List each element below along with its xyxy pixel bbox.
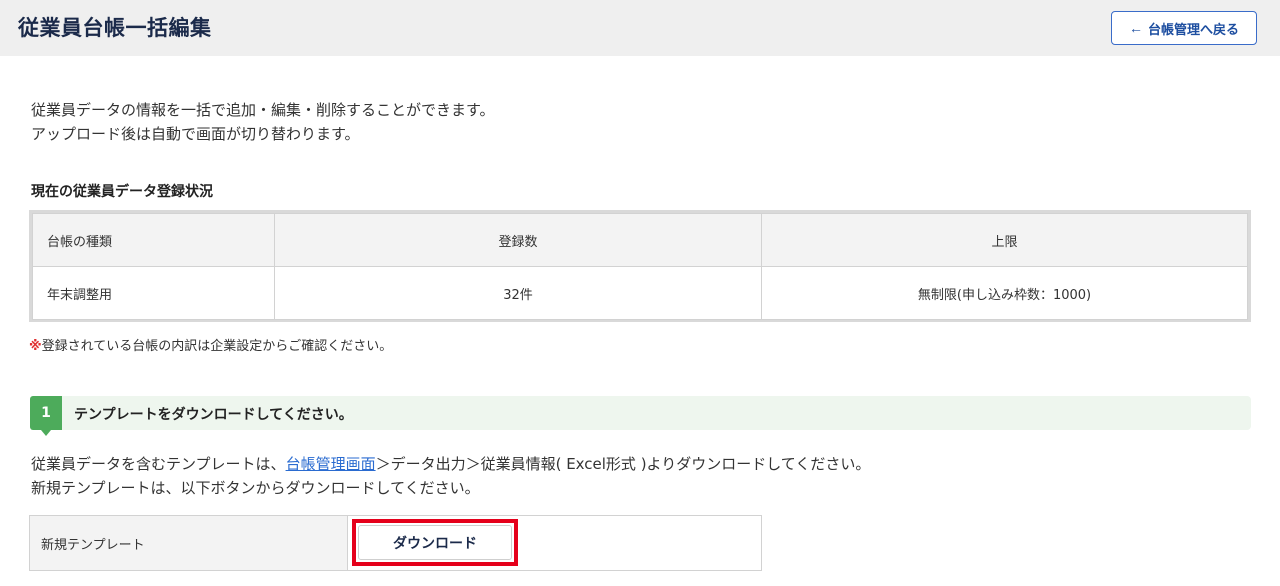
description-line-2: 新規テンプレートは、以下ボタンからダウンロードしてください。 — [31, 479, 480, 497]
description-suffix: ＞データ出力＞従業員情報( Excel形式 )よりダウンロードしてください。 — [375, 455, 871, 473]
intro-line-2: アップロード後は自動で画面が切り替わります。 — [31, 125, 360, 143]
status-table: 台帳の種類 登録数 上限 年末調整用 32件 無制限(申し込み枠数：1000) — [32, 213, 1248, 320]
download-button[interactable]: ダウンロード — [358, 525, 512, 560]
template-action-cell: ダウンロード — [348, 516, 761, 570]
step-1-title: テンプレートをダウンロードしてください。 — [74, 407, 353, 423]
page-title: 従業員台帳一括編集 — [18, 16, 212, 40]
step-1-description: 従業員データを含むテンプレートは、台帳管理画面＞データ出力＞従業員情報( Exc… — [31, 452, 870, 500]
arrow-left-icon: ← — [1128, 20, 1143, 36]
note-mark: ※ — [29, 339, 42, 354]
page-header: 従業員台帳一括編集 ← 台帳管理へ戻る — [0, 0, 1280, 56]
description-line-1: 従業員データを含むテンプレートは、台帳管理画面＞データ出力＞従業員情報( Exc… — [31, 452, 870, 476]
step-1-bar: 1 テンプレートをダウンロードしてください。 — [30, 396, 1251, 436]
template-label: 新規テンプレート — [30, 516, 348, 570]
intro-line-1: 従業員データの情報を一括で追加・編集・削除することができます。 — [31, 101, 495, 119]
step-number-badge: 1 — [30, 396, 62, 436]
note-text: 登録されている台帳の内訳は企業設定からご確認ください。 — [41, 339, 393, 354]
column-header-limit: 上限 — [761, 213, 1248, 267]
cell-registered-count: 32件 — [274, 266, 762, 320]
column-header-type: 台帳の種類 — [32, 213, 275, 267]
ledger-management-link[interactable]: 台帳管理画面 — [286, 455, 376, 473]
status-table-frame: 台帳の種類 登録数 上限 年末調整用 32件 無制限(申し込み枠数：1000) — [29, 210, 1251, 322]
table-header-row: 台帳の種類 登録数 上限 — [32, 213, 1248, 267]
cell-ledger-type: 年末調整用 — [32, 266, 275, 320]
column-header-count: 登録数 — [274, 213, 762, 267]
download-highlight-frame: ダウンロード — [352, 519, 518, 566]
template-table: 新規テンプレート ダウンロード — [29, 515, 762, 571]
description-prefix: 従業員データを含むテンプレートは、 — [31, 455, 286, 473]
status-section-title: 現在の従業員データ登録状況 — [31, 184, 213, 200]
cell-limit: 無制限(申し込み枠数：1000) — [761, 266, 1248, 320]
table-row: 年末調整用 32件 無制限(申し込み枠数：1000) — [32, 266, 1248, 320]
back-to-ledger-button[interactable]: ← 台帳管理へ戻る — [1111, 11, 1257, 45]
intro-text: 従業員データの情報を一括で追加・編集・削除することができます。 アップロード後は… — [31, 98, 495, 146]
back-button-label: 台帳管理へ戻る — [1147, 21, 1239, 37]
note: ※登録されている台帳の内訳は企業設定からご確認ください。 — [29, 335, 392, 354]
